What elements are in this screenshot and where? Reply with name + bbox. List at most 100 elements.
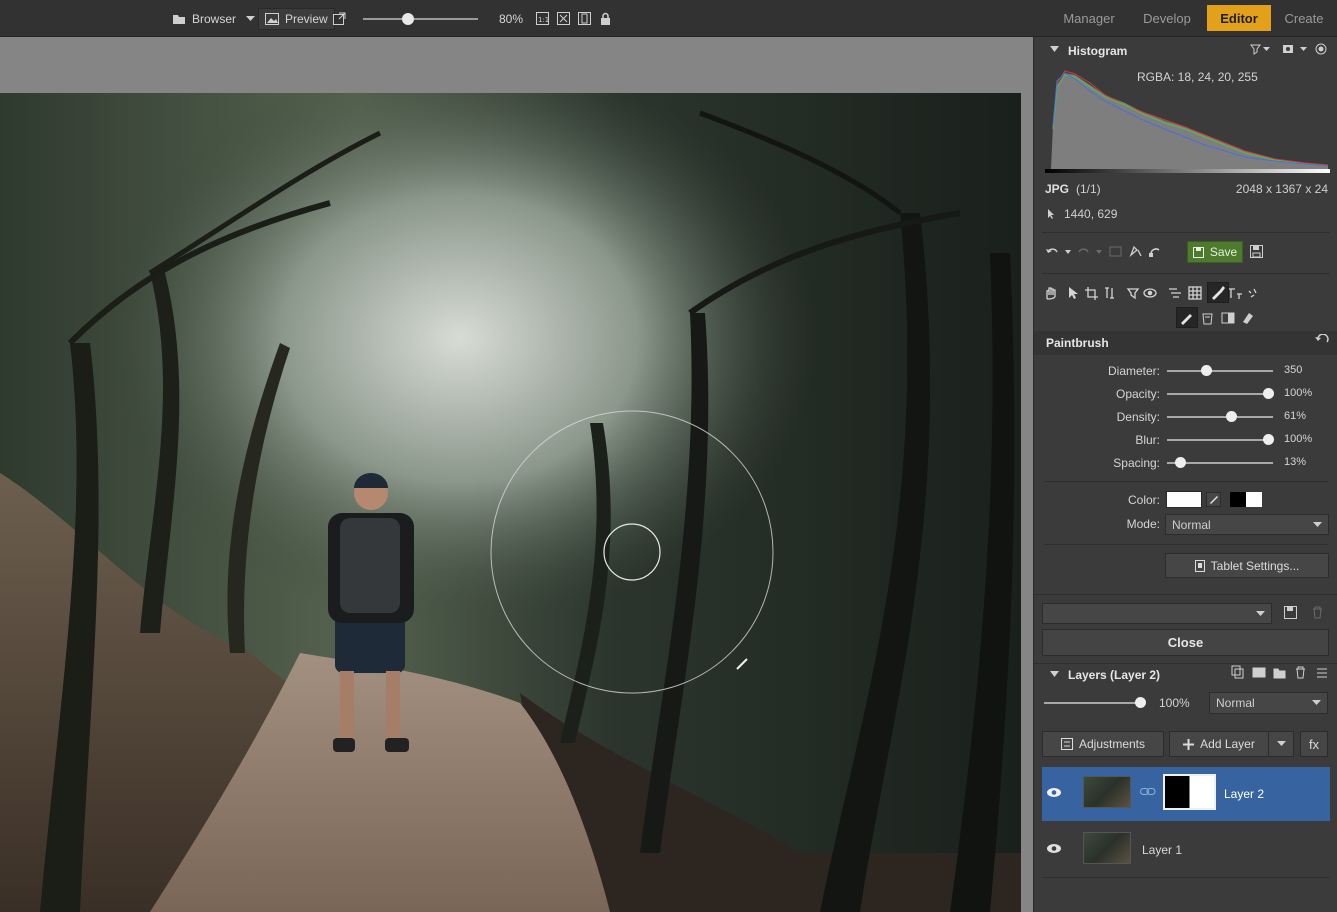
layer-name: Layer 1 <box>1142 843 1183 857</box>
tablet-icon <box>1194 559 1205 572</box>
opacity-slider[interactable] <box>1167 393 1273 395</box>
divider <box>1042 273 1330 274</box>
brush-mode-value: Normal <box>1172 517 1211 532</box>
add-layer-button[interactable]: Add Layer <box>1169 731 1269 757</box>
density-slider[interactable] <box>1167 416 1273 418</box>
close-button[interactable]: Close <box>1042 629 1329 656</box>
preset-select[interactable] <box>1042 603 1272 624</box>
brush-subtool-active[interactable] <box>1176 307 1198 328</box>
adjust-icon <box>1169 288 1181 298</box>
photo-canvas[interactable] <box>0 93 1021 912</box>
fit-width-icon[interactable] <box>578 0 591 37</box>
delete-preset-icon[interactable] <box>1312 606 1323 619</box>
chevron-down-icon <box>1256 610 1265 616</box>
layer-row-layer-2[interactable]: Layer 2 <box>1042 767 1330 821</box>
diameter-slider-knob[interactable] <box>1200 365 1212 376</box>
opacity-label: Opacity: <box>1115 387 1160 401</box>
external-window-icon[interactable] <box>333 0 346 37</box>
histogram-options-icons[interactable] <box>1250 43 1330 55</box>
paintbrush-tool-active[interactable] <box>1207 282 1229 303</box>
spacing-slider-knob[interactable] <box>1175 457 1187 468</box>
layer-opacity-value: 100% <box>1159 696 1190 710</box>
save-preset-icon[interactable] <box>1284 606 1297 619</box>
straighten-icon <box>1105 287 1114 299</box>
eye-icon[interactable] <box>1046 787 1062 798</box>
tablet-settings-button[interactable]: Tablet Settings... <box>1165 553 1329 578</box>
fit-screen-icon[interactable] <box>557 0 570 37</box>
collapse-layers-icon[interactable] <box>1050 671 1059 678</box>
adjustments-label: Adjustments <box>1078 737 1146 751</box>
brush-subtools[interactable] <box>1201 311 1261 325</box>
layers-title: Layers (Layer 2) <box>1068 668 1161 682</box>
white-swatch[interactable] <box>1246 492 1262 507</box>
browser-dropdown-icon[interactable] <box>246 0 255 37</box>
layer-thumbnail <box>1083 776 1131 808</box>
diameter-slider[interactable] <box>1167 370 1273 372</box>
svg-text:1:1: 1:1 <box>538 16 549 24</box>
reset-icon[interactable] <box>1315 334 1329 346</box>
black-swatch[interactable] <box>1230 492 1246 507</box>
lock-icon[interactable] <box>600 0 611 37</box>
preview-button[interactable]: Preview <box>258 7 335 30</box>
undo-redo-icons[interactable] <box>1045 244 1165 260</box>
divider <box>1034 663 1337 664</box>
density-slider-knob[interactable] <box>1226 411 1238 422</box>
fx-button[interactable]: fx <box>1300 731 1328 757</box>
add-layer-dropdown[interactable] <box>1268 731 1294 757</box>
chevron-down-icon <box>1276 741 1286 746</box>
adjustments-icon <box>1060 738 1073 750</box>
tab-develop[interactable]: Develop <box>1134 5 1200 31</box>
layer-mask-thumbnail[interactable] <box>1163 774 1216 810</box>
selection-icon <box>1126 288 1140 300</box>
layer-opacity-knob[interactable] <box>1135 697 1146 708</box>
diameter-value: 350 <box>1284 364 1303 376</box>
tab-editor[interactable]: Editor <box>1207 5 1271 31</box>
histogram-title: Histogram <box>1068 44 1128 58</box>
link-icon[interactable] <box>1140 787 1156 796</box>
save-as-icon[interactable] <box>1250 245 1263 258</box>
image-icon <box>265 12 279 25</box>
blur-slider-knob[interactable] <box>1263 434 1275 445</box>
eyedropper-icon[interactable] <box>1206 492 1221 507</box>
color-label: Color: <box>1127 493 1160 507</box>
canvas-area[interactable] <box>0 37 1033 912</box>
layer-row-layer-1[interactable]: Layer 1 <box>1042 823 1330 877</box>
trash-icon <box>1296 666 1305 679</box>
grid-icon <box>1188 286 1202 300</box>
tab-create[interactable]: Create <box>1276 5 1332 31</box>
color-swatch[interactable] <box>1166 491 1202 508</box>
cursor-position: 1440, 629 <box>1064 207 1118 221</box>
blur-label: Blur: <box>1135 433 1160 447</box>
actual-size-icon[interactable]: 1:1 <box>536 0 549 37</box>
eye-icon[interactable] <box>1046 843 1062 854</box>
opacity-slider-knob[interactable] <box>1263 388 1275 399</box>
spacing-label: Spacing: <box>1113 456 1160 470</box>
layer-blend-select[interactable]: Normal <box>1209 692 1328 714</box>
chevron-down-icon <box>1312 700 1321 705</box>
density-label: Density: <box>1116 410 1160 424</box>
layer-actions[interactable] <box>1231 665 1331 681</box>
forest-photo <box>0 93 1021 912</box>
divider <box>1034 594 1337 595</box>
diameter-label: Diameter: <box>1107 364 1160 378</box>
top-toolbar: Browser Preview 80% 1:1 Manager Develop … <box>0 0 1337 37</box>
collapse-histogram-icon[interactable] <box>1050 46 1059 53</box>
mode-label: Mode: <box>1126 517 1160 531</box>
zoom-slider-knob[interactable] <box>402 13 415 25</box>
image-dimensions: 2048 x 1367 x 24 <box>1235 182 1328 196</box>
browser-button[interactable]: Browser <box>172 0 236 37</box>
save-button[interactable]: Save <box>1187 241 1243 263</box>
divider <box>1044 544 1328 545</box>
adjustments-button[interactable]: Adjustments <box>1042 731 1164 757</box>
tools-row[interactable] <box>1044 285 1269 301</box>
brush-mode-select[interactable]: Normal <box>1165 514 1329 535</box>
select-icon <box>1069 287 1078 299</box>
zoom-value: 80% <box>499 11 524 26</box>
add-layer-label: Add Layer <box>1200 737 1255 751</box>
zoom-slider[interactable] <box>363 12 478 26</box>
pointer-icon <box>1048 209 1054 219</box>
tab-manager[interactable]: Manager <box>1054 5 1124 31</box>
blur-slider[interactable] <box>1167 439 1273 441</box>
opacity-value: 100% <box>1284 387 1313 399</box>
layer-opacity-slider[interactable] <box>1044 702 1144 704</box>
